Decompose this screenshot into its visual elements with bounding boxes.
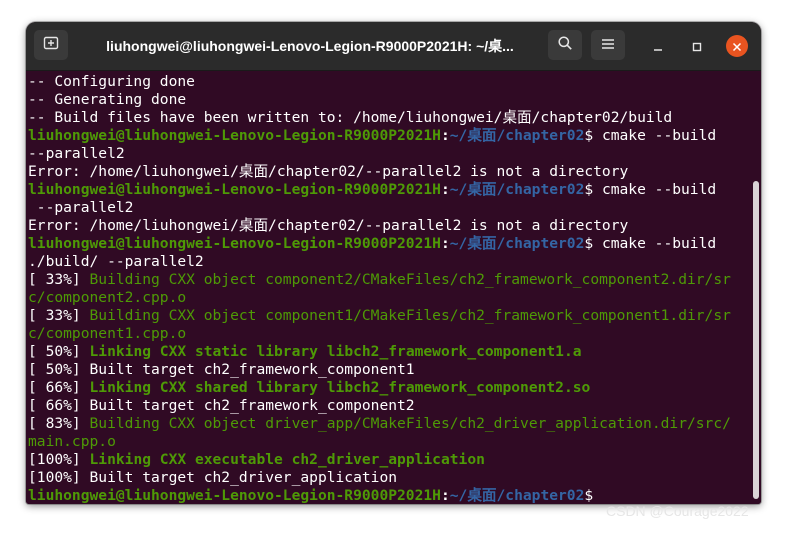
terminal-text-segment: liuhongwei@liuhongwei-Lenovo-Legion-R900…: [28, 127, 441, 144]
new-tab-icon: [43, 35, 59, 55]
close-button[interactable]: [726, 35, 748, 57]
terminal-text-segment: [ 33%]: [28, 307, 90, 324]
terminal-text-segment: c/component1.cpp.o: [28, 325, 187, 342]
terminal-text-segment: --parallel2: [28, 199, 134, 216]
new-tab-button[interactable]: [34, 30, 68, 60]
minimize-button[interactable]: [647, 35, 669, 57]
terminal-line: [ 66%] Linking CXX shared library libch2…: [28, 379, 748, 397]
terminal-text-segment: [ 50%] Built target ch2_framework_compon…: [28, 361, 415, 378]
terminal-line: [100%] Built target ch2_driver_applicati…: [28, 469, 748, 487]
terminal-text-segment: :: [440, 235, 450, 252]
terminal-line: -- Build files have been written to: /ho…: [28, 109, 748, 127]
terminal-line: [ 50%] Built target ch2_framework_compon…: [28, 361, 748, 379]
search-icon: [557, 35, 573, 55]
close-icon: [732, 37, 742, 56]
terminal-text-segment: -- Build files have been written to: /ho…: [28, 109, 673, 126]
terminal-text-segment: $ cmake --build: [584, 235, 717, 252]
terminal-text-segment: Linking CXX executable ch2_driver_applic…: [89, 451, 485, 468]
terminal-text-segment: Building CXX object component1/CMakeFile…: [89, 307, 731, 324]
terminal-text-segment: liuhongwei@liuhongwei-Lenovo-Legion-R900…: [28, 235, 441, 252]
terminal-text-segment: --parallel2: [28, 145, 125, 162]
maximize-button[interactable]: [686, 35, 708, 57]
terminal-window: liuhongwei@liuhongwei-Lenovo-Legion-R900…: [26, 22, 761, 504]
terminal-text-segment: main.cpp.o: [28, 433, 116, 450]
hamburger-menu-icon: [601, 36, 615, 55]
terminal-line: [ 50%] Linking CXX static library libch2…: [28, 343, 748, 361]
terminal-line: [100%] Linking CXX executable ch2_driver…: [28, 451, 748, 469]
terminal-text-segment: ~/桌面/chapter02: [449, 487, 585, 504]
terminal-text-segment: [ 66%] Built target ch2_framework_compon…: [28, 397, 415, 414]
terminal-text-segment: [ 33%]: [28, 271, 90, 288]
terminal-text-segment: ~/桌面/chapter02: [449, 127, 585, 144]
terminal-text-segment: liuhongwei@liuhongwei-Lenovo-Legion-R900…: [28, 487, 441, 504]
terminal-line: -- Configuring done: [28, 73, 748, 91]
terminal-text-segment: ~/桌面/chapter02: [449, 235, 585, 252]
terminal-line: liuhongwei@liuhongwei-Lenovo-Legion-R900…: [28, 127, 748, 145]
terminal-line: liuhongwei@liuhongwei-Lenovo-Legion-R900…: [28, 235, 748, 253]
terminal-line: [ 83%] Building CXX object driver_app/CM…: [28, 415, 748, 433]
window-title: liuhongwei@liuhongwei-Lenovo-Legion-R900…: [106, 38, 514, 54]
terminal-line: liuhongwei@liuhongwei-Lenovo-Legion-R900…: [28, 487, 748, 504]
terminal-text-segment: [ 66%]: [28, 379, 90, 396]
terminal-text-segment: :: [440, 181, 450, 198]
search-button[interactable]: [548, 30, 582, 60]
terminal-line: [ 33%] Building CXX object component1/CM…: [28, 307, 748, 325]
menu-button[interactable]: [591, 30, 625, 60]
terminal-lines: -- Configuring done -- Generating done -- …: [28, 73, 748, 504]
terminal-text-segment: [100%] Built target ch2_driver_applicati…: [28, 469, 398, 486]
terminal-output-area[interactable]: -- Configuring done -- Generating done -- …: [26, 71, 761, 504]
terminal-text-segment: ./build/ --parallel2: [28, 253, 204, 270]
terminal-text-segment: $: [584, 487, 602, 504]
terminal-line: Error: /home/liuhongwei/桌面/chapter02/--p…: [28, 163, 748, 181]
watermark: CSDN @Courage2022: [606, 503, 749, 519]
terminal-text-segment: Linking CXX shared library libch2_framew…: [89, 379, 591, 396]
terminal-text-segment: :: [440, 487, 450, 504]
terminal-text-segment: Linking CXX static library libch2_framew…: [89, 343, 582, 360]
terminal-line: c/component1.cpp.o: [28, 325, 748, 343]
terminal-line: ./build/ --parallel2: [28, 253, 748, 271]
terminal-text-segment: $ cmake --build: [584, 181, 717, 198]
terminal-text-segment: Building CXX object driver_app/CMakeFile…: [89, 415, 731, 432]
scrollbar[interactable]: [753, 181, 759, 499]
terminal-text-segment: Error: /home/liuhongwei/桌面/chapter02/--p…: [28, 163, 629, 180]
terminal-text-segment: [ 50%]: [28, 343, 90, 360]
terminal-line: Error: /home/liuhongwei/桌面/chapter02/--p…: [28, 217, 748, 235]
terminal-line: -- Generating done: [28, 91, 748, 109]
maximize-icon: [692, 37, 702, 56]
terminal-text-segment: ~/桌面/chapter02: [449, 181, 585, 198]
terminal-text-segment: [100%]: [28, 451, 90, 468]
title-bar[interactable]: liuhongwei@liuhongwei-Lenovo-Legion-R900…: [26, 22, 761, 71]
terminal-text-segment: $ cmake --build: [584, 127, 717, 144]
terminal-line: --parallel2: [28, 145, 748, 163]
terminal-text-segment: Error: /home/liuhongwei/桌面/chapter02/--p…: [28, 217, 629, 234]
terminal-text-segment: -- Configuring done: [28, 73, 195, 90]
terminal-line: [ 33%] Building CXX object component2/CM…: [28, 271, 748, 289]
terminal-line: liuhongwei@liuhongwei-Lenovo-Legion-R900…: [28, 181, 748, 199]
terminal-text-segment: :: [440, 127, 450, 144]
terminal-text-segment: liuhongwei@liuhongwei-Lenovo-Legion-R900…: [28, 181, 441, 198]
minimize-icon: [653, 37, 663, 56]
terminal-text-segment: -- Generating done: [28, 91, 187, 108]
terminal-line: [ 66%] Built target ch2_framework_compon…: [28, 397, 748, 415]
terminal-text-segment: [ 83%]: [28, 415, 90, 432]
terminal-text-segment: c/component2.cpp.o: [28, 289, 187, 306]
terminal-line: main.cpp.o: [28, 433, 748, 451]
terminal-text-segment: Building CXX object component2/CMakeFile…: [89, 271, 731, 288]
terminal-line: c/component2.cpp.o: [28, 289, 748, 307]
terminal-line: --parallel2: [28, 199, 748, 217]
